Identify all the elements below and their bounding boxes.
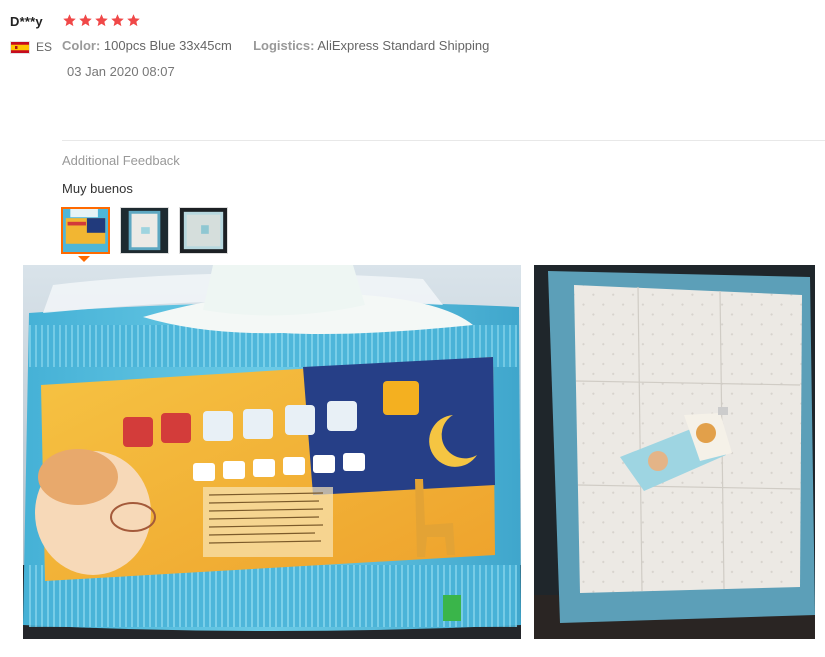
star-icon <box>95 14 108 27</box>
photo-thumbnail-1[interactable] <box>61 207 110 254</box>
country-code: ES <box>36 40 53 54</box>
star-icon <box>79 14 92 27</box>
reviewer-name: D***y <box>10 14 43 29</box>
star-icon <box>63 14 76 27</box>
photo-thumbnail-2[interactable] <box>120 207 169 254</box>
star-icon <box>127 14 140 27</box>
spain-flag-icon <box>10 40 30 54</box>
additional-feedback-text: Muy buenos <box>62 181 133 196</box>
order-info: Color: 100pcs Blue 33x45cm Logistics: Al… <box>62 38 489 53</box>
logistics-label: Logistics: <box>253 38 315 53</box>
logistics-value: AliExpress Standard Shipping <box>317 38 490 53</box>
diaper-pack-photo[interactable] <box>23 265 521 639</box>
color-label: Color: <box>62 38 101 53</box>
review-date: 03 Jan 2020 08:07 <box>67 64 175 79</box>
photo-thumbnails <box>61 207 228 254</box>
reviewer-country: ES <box>10 40 52 54</box>
star-icon <box>111 14 124 27</box>
divider <box>62 140 825 141</box>
color-value: 100pcs Blue 33x45cm <box>103 38 232 53</box>
additional-feedback-title: Additional Feedback <box>62 153 180 168</box>
photo-thumbnail-3[interactable] <box>179 207 228 254</box>
underpad-photo[interactable] <box>534 265 815 639</box>
active-thumbnail-indicator <box>78 256 90 262</box>
rating-stars <box>62 13 141 28</box>
